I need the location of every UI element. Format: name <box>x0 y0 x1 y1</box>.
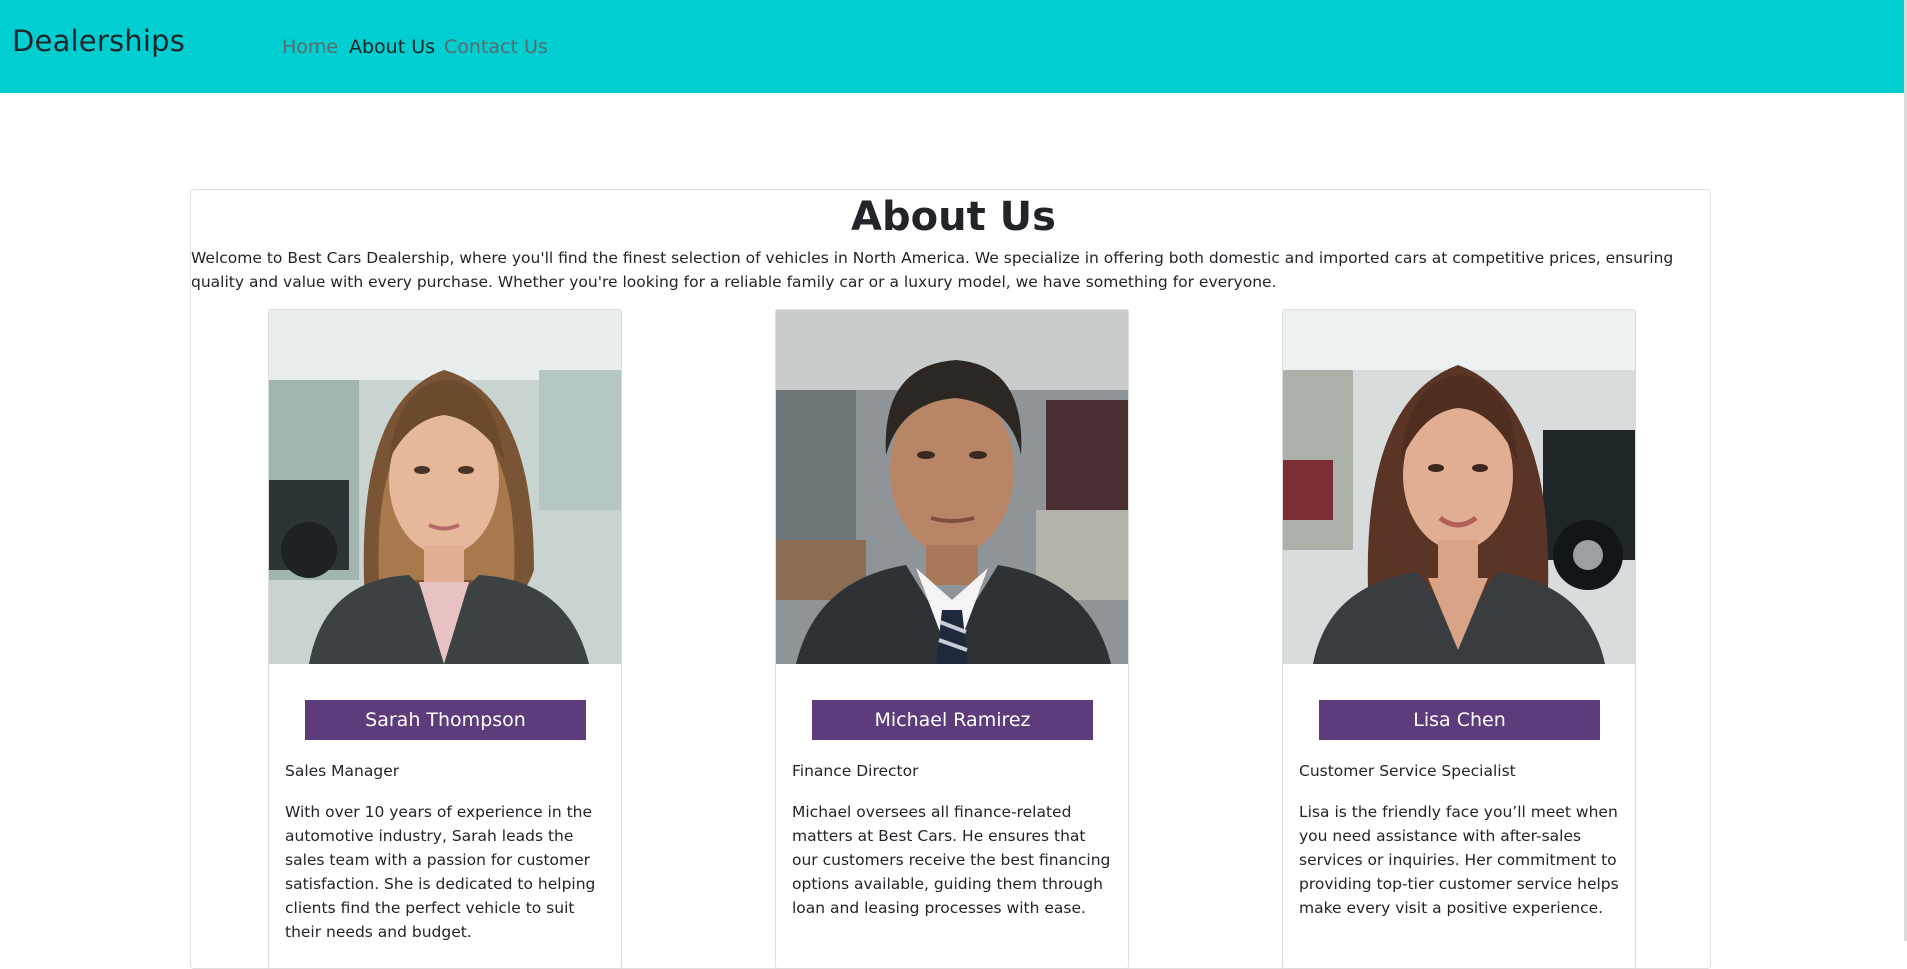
team-member-card: Lisa Chen Customer Service Specialist Li… <box>1282 309 1636 969</box>
member-role: Sales Manager <box>285 762 400 780</box>
top-navbar: Dealerships Home About Us Contact Us <box>0 0 1904 93</box>
nav-link-about-us[interactable]: About Us <box>349 36 435 58</box>
portrait-image-lisa <box>1283 310 1635 664</box>
portrait-image-michael <box>776 310 1128 664</box>
member-name-badge: Michael Ramirez <box>812 700 1093 740</box>
portrait-image-sarah <box>269 310 621 664</box>
member-role: Finance Director <box>792 762 919 780</box>
member-name-badge: Sarah Thompson <box>305 700 586 740</box>
brand-logo[interactable]: Dealerships <box>12 24 185 58</box>
member-role: Customer Service Specialist <box>1299 762 1516 780</box>
intro-text: Welcome to Best Cars Dealership, where y… <box>191 249 1674 291</box>
member-name-badge: Lisa Chen <box>1319 700 1600 740</box>
team-member-card: Sarah Thompson Sales Manager With over 1… <box>268 309 622 969</box>
nav-link-contact-us[interactable]: Contact Us <box>444 36 548 58</box>
team-member-card: Michael Ramirez Finance Director Michael… <box>775 309 1129 969</box>
member-bio: Lisa is the friendly face you’ll meet wh… <box>1299 803 1619 917</box>
member-bio: With over 10 years of experience in the … <box>285 803 596 941</box>
page-title: About Us <box>851 194 1056 240</box>
lisa-chen-photo <box>1283 310 1635 664</box>
nav-link-home[interactable]: Home <box>282 36 338 58</box>
member-bio: Michael oversees all finance-related mat… <box>792 803 1111 917</box>
sarah-thompson-photo <box>269 310 621 664</box>
michael-ramirez-photo <box>776 310 1128 664</box>
